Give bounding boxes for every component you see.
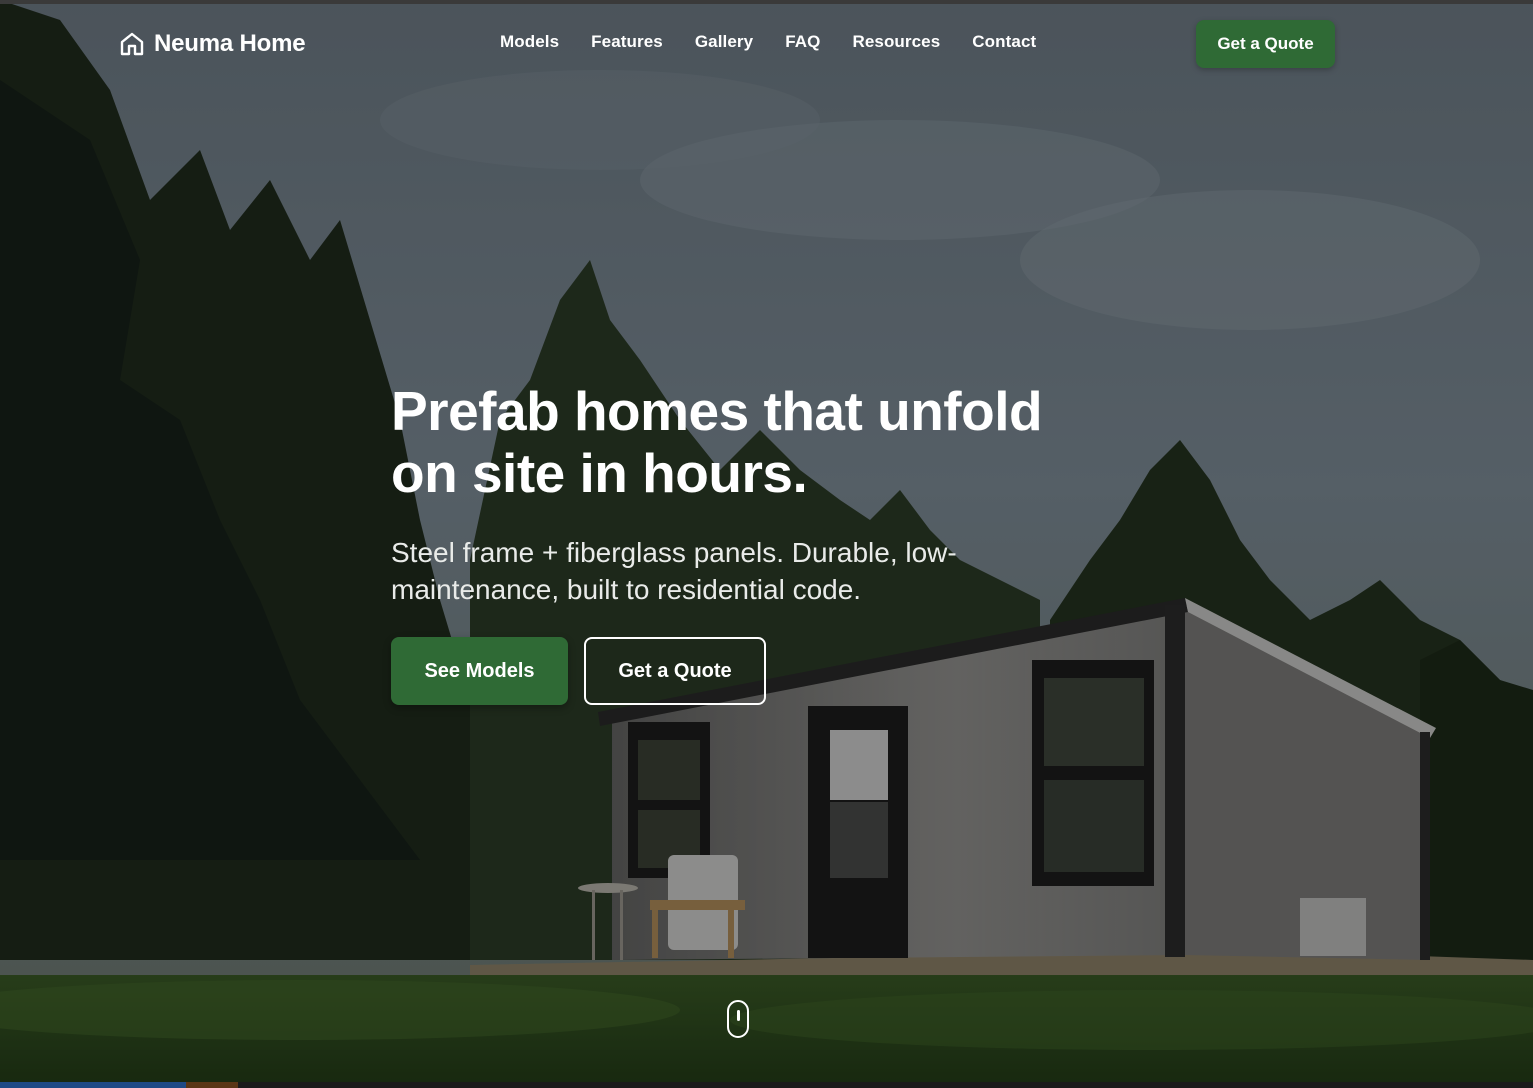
nav-link-contact[interactable]: Contact xyxy=(972,32,1036,51)
see-models-button[interactable]: See Models xyxy=(391,637,568,705)
bottom-strip-segment xyxy=(186,1082,238,1088)
nav-link-gallery[interactable]: Gallery xyxy=(695,32,753,51)
nav-link-models[interactable]: Models xyxy=(500,32,559,51)
bottom-strip-segment xyxy=(0,1082,186,1088)
top-navbar: Neuma Home Models Features Gallery FAQ R… xyxy=(0,4,1533,84)
hero-content: Prefab homes that unfold on site in hour… xyxy=(391,380,1091,705)
hero-cta-group: See Models Get a Quote xyxy=(391,637,766,705)
nav-link-resources[interactable]: Resources xyxy=(852,32,940,51)
hero-title: Prefab homes that unfold on site in hour… xyxy=(391,380,1043,504)
nav-link-features[interactable]: Features xyxy=(591,32,663,51)
hero-subtitle: Steel frame + fiberglass panels. Durable… xyxy=(391,537,957,605)
brand-name: Neuma Home xyxy=(154,30,306,57)
scroll-wheel-dot xyxy=(737,1010,740,1021)
window-top-border xyxy=(0,0,1533,4)
hero-get-quote-button[interactable]: Get a Quote xyxy=(584,637,766,705)
mouse-scroll-icon[interactable] xyxy=(727,1000,749,1038)
home-icon xyxy=(120,32,144,56)
bottom-edge-strip xyxy=(0,1082,1533,1088)
brand-logo-link[interactable]: Neuma Home xyxy=(118,28,306,60)
nav-get-quote-button[interactable]: Get a Quote xyxy=(1196,20,1335,68)
nav-menu: Models Features Gallery FAQ Resources Co… xyxy=(500,32,1036,52)
nav-link-faq[interactable]: FAQ xyxy=(785,32,820,51)
